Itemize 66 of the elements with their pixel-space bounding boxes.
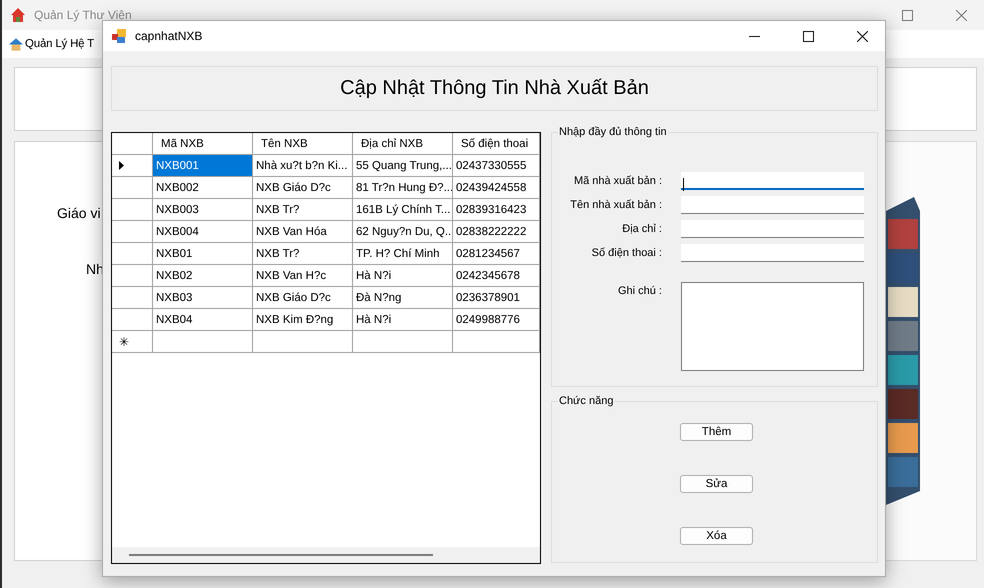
menu-item[interactable]: Quản Lý Hệ T — [8, 38, 95, 50]
table-cell: Đà N?ng — [353, 287, 453, 309]
table-cell: NXB Tr? — [253, 199, 353, 221]
field-label: Mã nhà xuất bản : — [572, 174, 662, 187]
table-cell: NXB Tr? — [253, 243, 353, 265]
scrollbar[interactable] — [129, 554, 433, 556]
table-cell: 0249988776 — [453, 309, 540, 331]
window-title: Quản Lý Thư Viện — [34, 8, 132, 22]
table-cell: 02437330555 — [453, 155, 540, 177]
column-header[interactable]: Tên NXB — [253, 133, 353, 155]
table-cell: 02839316423 — [453, 199, 540, 221]
new-row-marker: ✳ — [119, 334, 129, 348]
table-cell: NXB Giáo D?c — [253, 287, 353, 309]
column-header[interactable]: Số điện thoai — [453, 133, 540, 155]
table-cell: NXB002 — [153, 177, 253, 199]
table-cell: NXB01 — [153, 243, 253, 265]
field-label: Số điện thoai : — [590, 246, 662, 259]
house-icon — [9, 38, 23, 50]
table-cell: Nhà xu?t b?n Ki... — [253, 155, 353, 177]
table-cell: 02439424558 — [453, 177, 540, 199]
maximize-icon — [802, 30, 814, 42]
table-cell: NXB001 — [153, 155, 253, 177]
form-heading: Cập Nhật Thông Tin Nhà Xuất Bản — [111, 66, 878, 111]
table-cell: TP. H? Chí Minh — [353, 243, 453, 265]
table-cell: NXB02 — [153, 265, 253, 287]
action-button[interactable]: Sửa — [680, 475, 753, 493]
text-cursor — [683, 178, 684, 191]
field-label: Ghi chú : — [616, 284, 662, 297]
table-cell: 81 Tr?n Hung Đ?... — [353, 177, 453, 199]
field-label: Tên nhà xuất bản : — [569, 198, 662, 211]
input-field[interactable] — [681, 244, 864, 262]
action-button[interactable]: Xóa — [680, 527, 753, 545]
table-cell: NXB Van H?c — [253, 265, 353, 287]
table-cell: Hà N?i — [353, 309, 453, 331]
maximize-icon — [902, 10, 912, 20]
table-cell: 02838222222 — [453, 221, 540, 243]
group-title: Chức năng — [558, 395, 614, 407]
table-cell: NXB Giáo D?c — [253, 177, 353, 199]
window-title: capnhatNXB — [135, 29, 202, 43]
table-cell: Hà N?i — [353, 265, 453, 287]
table-cell: NXB Van Hóa — [253, 221, 353, 243]
close-icon — [856, 30, 868, 42]
action-button[interactable]: Thêm — [680, 423, 753, 441]
form-label: Giáo vi — [57, 205, 101, 221]
column-header[interactable]: Mã NXB — [153, 133, 253, 155]
form-icon — [111, 28, 127, 44]
table-cell: NXB003 — [153, 199, 253, 221]
notes-field[interactable] — [681, 282, 864, 371]
table-cell: 0281234567 — [453, 243, 540, 265]
input-field[interactable] — [681, 172, 864, 190]
table-cell: NXB04 — [153, 309, 253, 331]
column-header[interactable]: Địa chỉ NXB — [353, 133, 453, 155]
table-cell: NXB03 — [153, 287, 253, 309]
input-field[interactable] — [681, 196, 864, 214]
table-cell: 62 Nguy?n Du, Q... — [353, 221, 453, 243]
table-cell: 55 Quang Trung,... — [353, 155, 453, 177]
table-cell: NXB004 — [153, 221, 253, 243]
table-cell: NXB Kim Đ?ng — [253, 309, 353, 331]
table-cell: 161B Lý Chính T... — [353, 199, 453, 221]
table-cell: 0242345678 — [453, 265, 540, 287]
table-cell: 0236378901 — [453, 287, 540, 309]
close-icon — [956, 10, 966, 20]
field-label: Địa chỉ : — [621, 222, 662, 235]
group-title: Nhập đầy đủ thông tin — [558, 126, 668, 138]
house-icon — [10, 7, 26, 23]
input-field[interactable] — [681, 220, 864, 238]
